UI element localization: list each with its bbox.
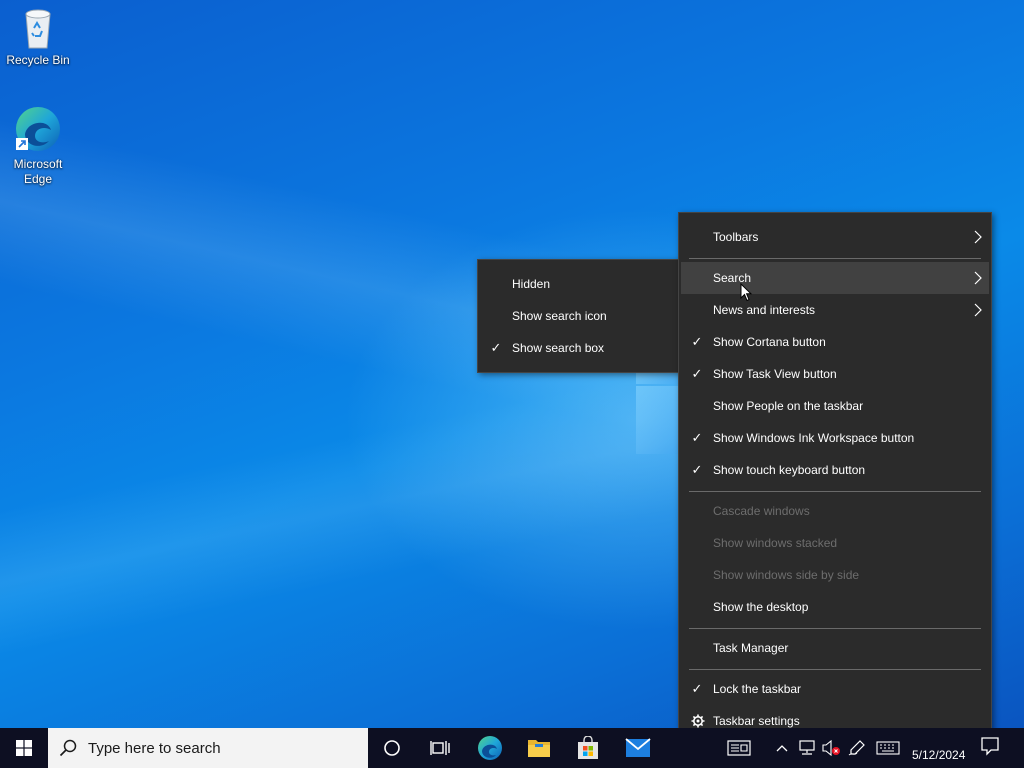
cortana-button[interactable] [368,728,416,768]
menu-item-show-windows-stacked: Show windows stacked [681,527,989,559]
tray-touch-keyboard-button[interactable] [874,728,902,768]
menu-item-news-and-interests[interactable]: News and interests [681,294,989,326]
menu-item-show-people[interactable]: Show People on the taskbar [681,390,989,422]
checkmark-icon: ✓ [691,334,703,349]
tray-network-button[interactable] [796,728,818,768]
menu-item-label: Lock the taskbar [713,682,802,696]
taskbar-date[interactable]: 5/12/2024 [912,748,965,762]
tray-news-button[interactable] [724,728,754,768]
menu-item-task-manager[interactable]: Task Manager [681,632,989,664]
menu-item-label: Cascade windows [713,504,810,518]
menu-item-toolbars[interactable]: Toolbars [681,221,989,253]
menu-item-label: Show windows stacked [713,536,838,550]
menu-item-lock-the-taskbar[interactable]: ✓ Lock the taskbar [681,673,989,705]
edge-icon [478,736,502,760]
chevron-right-icon [974,303,982,317]
network-icon [799,740,815,755]
cortana-icon [384,740,400,756]
menu-separator [689,669,981,670]
menu-item-label: Show search icon [512,309,607,323]
taskbar-context-menu: Toolbars Search News and interests ✓ Sho… [678,212,992,746]
touch-keyboard-icon [876,741,900,755]
checkmark-icon: ✓ [490,340,502,355]
menu-separator [689,628,981,629]
taskbar-mail-button[interactable] [614,728,662,768]
menu-item-show-touch-keyboard-button[interactable]: ✓ Show touch keyboard button [681,454,989,486]
taskbar-search-box[interactable]: Type here to search [48,728,368,768]
menu-item-label: Show People on the taskbar [713,399,864,413]
notification-icon [981,737,999,756]
menu-item-label: Task Manager [713,641,789,655]
menu-item-label: Show windows side by side [713,568,860,582]
show-hidden-icons-button[interactable] [772,728,792,768]
search-submenu: Hidden Show search icon ✓ Show search bo… [477,259,681,373]
taskbar-microsoft-store-button[interactable] [564,728,612,768]
menu-item-label: Show touch keyboard button [713,463,866,477]
taskbar-edge-button[interactable] [466,728,514,768]
submenu-item-show-search-icon[interactable]: Show search icon [480,300,678,332]
desktop-icon-microsoft-edge[interactable]: Microsoft Edge [0,104,76,187]
menu-item-label: Show Task View button [713,367,837,381]
chevron-right-icon [974,271,982,285]
mouse-cursor-icon [740,283,752,302]
menu-item-show-cortana-button[interactable]: ✓ Show Cortana button [681,326,989,358]
news-icon [727,740,751,756]
checkmark-icon: ✓ [691,462,703,477]
taskbar: Type here to search 5/12/2024 [0,728,1024,768]
submenu-item-hidden[interactable]: Hidden [480,268,678,300]
checkmark-icon: ✓ [691,681,703,696]
menu-item-label: Show the desktop [713,600,809,614]
task-view-icon [430,741,450,755]
action-center-button[interactable] [980,736,1000,759]
tray-volume-button[interactable] [820,728,842,768]
desktop-icon-recycle-bin[interactable]: Recycle Bin [0,6,76,68]
mail-icon [625,738,651,757]
menu-item-show-windows-side-by-side: Show windows side by side [681,559,989,591]
chevron-up-icon [776,745,788,752]
menu-item-label: Show search box [512,341,605,355]
wallpaper-logo-pane [636,386,684,454]
windows-ink-icon [848,740,865,756]
menu-item-label: Show Cortana button [713,335,826,349]
search-icon [59,739,77,757]
menu-item-label: Taskbar settings [713,714,800,728]
gear-icon [691,714,705,728]
menu-item-show-the-desktop[interactable]: Show the desktop [681,591,989,623]
recycle-bin-icon [25,9,51,49]
menu-item-cascade-windows: Cascade windows [681,495,989,527]
menu-item-show-windows-ink-button[interactable]: ✓ Show Windows Ink Workspace button [681,422,989,454]
checkmark-icon: ✓ [691,430,703,445]
windows-logo-icon [16,740,32,756]
menu-item-search[interactable]: Search [681,262,989,294]
menu-separator [689,258,981,259]
file-explorer-icon [528,740,550,757]
menu-item-label: Toolbars [713,230,759,244]
menu-item-label: Hidden [512,277,551,291]
edge-icon [16,107,60,151]
tray-windows-ink-button[interactable] [846,728,868,768]
chevron-right-icon [974,230,982,244]
search-placeholder: Type here to search [88,740,221,757]
checkmark-icon: ✓ [691,366,703,381]
taskbar-file-explorer-button[interactable] [515,728,563,768]
task-view-button[interactable] [416,728,464,768]
start-button[interactable] [0,728,48,768]
desktop-icon-label: Microsoft Edge [13,157,63,186]
microsoft-store-icon [578,736,598,759]
menu-item-label: Show Windows Ink Workspace button [713,431,915,445]
desktop-icon-label: Recycle Bin [6,53,70,67]
menu-item-label: News and interests [713,303,816,317]
volume-muted-icon [822,740,840,756]
menu-item-show-task-view-button[interactable]: ✓ Show Task View button [681,358,989,390]
wallpaper-logo-pane [636,372,684,384]
menu-separator [689,491,981,492]
submenu-item-show-search-box[interactable]: ✓ Show search box [480,332,678,364]
